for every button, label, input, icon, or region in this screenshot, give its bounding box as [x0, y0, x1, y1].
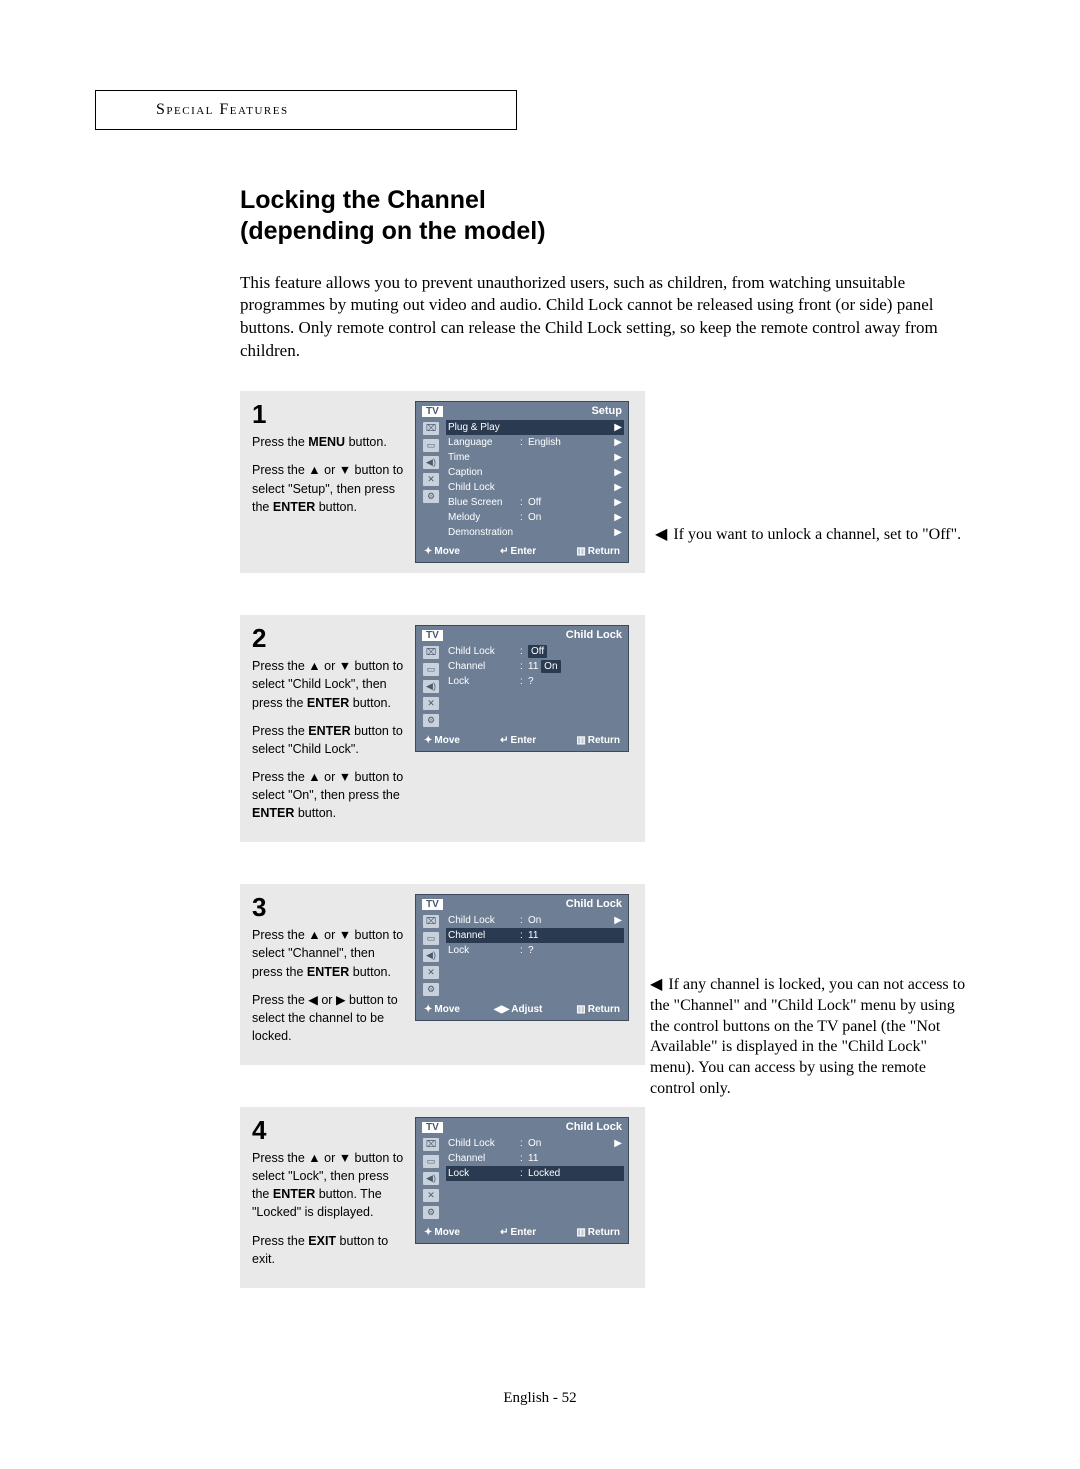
page-footer: English - 52: [0, 1390, 1080, 1407]
osd-footer: ✦ Move ↵ Enter ▥ Return: [416, 731, 628, 751]
step-3-number: 3: [252, 894, 407, 920]
menu-language: Language:English▶: [446, 435, 624, 450]
step-3-text: 3 Press the ▲ or ▼ button to select "Cha…: [252, 894, 407, 1055]
step-4-number: 4: [252, 1117, 407, 1143]
sound-icon: ◀): [423, 1172, 439, 1185]
note-arrow-icon: ◀: [650, 975, 662, 996]
osd-footer: ✦ Move ◀▶ Adjust ▥ Return: [416, 1000, 628, 1020]
channel-icon: ✕: [423, 1189, 439, 1202]
menu-child-lock: Child Lock:Off: [446, 644, 624, 659]
osd-child-lock-4: TV Child Lock ⌧ ▭ ◀) ✕ ⚙ Child Lock:On▶: [415, 1117, 629, 1244]
menu-blue-screen: Blue Screen:Off▶: [446, 495, 624, 510]
channel-icon: ✕: [423, 697, 439, 710]
osd-title: Child Lock: [443, 898, 622, 910]
side-note-2: ◀If any channel is locked, you can not a…: [650, 975, 975, 1100]
osd-footer: ✦ Move ↵ Enter ▥ Return: [416, 1223, 628, 1243]
section-header-box: Special Features: [95, 90, 517, 130]
step-2: 2 Press the ▲ or ▼ button to select "Chi…: [240, 615, 645, 842]
menu-channel: Channel:11: [446, 928, 624, 943]
setup-icon: ⚙: [423, 983, 439, 996]
menu-plug-play: Plug & Play▶: [446, 420, 624, 435]
osd-tv-badge: TV: [422, 630, 443, 641]
osd-footer: ✦ Move ↵ Enter ▥ Return: [416, 542, 628, 562]
picture-icon: ▭: [423, 439, 439, 452]
setup-icon: ⚙: [423, 490, 439, 503]
tv-icon: ⌧: [423, 646, 439, 659]
menu-demonstration: Demonstration▶: [446, 525, 624, 540]
step-1-text: 1 Press the MENU button. Press the ▲ or …: [252, 401, 407, 563]
osd-child-lock-3: TV Child Lock ⌧ ▭ ◀) ✕ ⚙ Child Lock:On▶: [415, 894, 629, 1021]
setup-icon: ⚙: [423, 1206, 439, 1219]
page-title: Locking the Channel (depending on the mo…: [240, 185, 970, 248]
sound-icon: ◀): [423, 680, 439, 693]
sound-icon: ◀): [423, 949, 439, 962]
step-3: 3 Press the ▲ or ▼ button to select "Cha…: [240, 884, 645, 1065]
menu-time: Time▶: [446, 450, 624, 465]
channel-icon: ✕: [423, 473, 439, 486]
menu-child-lock: Child Lock:On▶: [446, 913, 624, 928]
menu-channel: Channel:11 On: [446, 659, 624, 674]
menu-caption: Caption▶: [446, 465, 624, 480]
osd-tv-badge: TV: [422, 1122, 443, 1133]
osd-sidebar-icons: ⌧ ▭ ◀) ✕ ⚙: [416, 642, 442, 731]
picture-icon: ▭: [423, 1155, 439, 1168]
section-header: Special Features: [156, 101, 289, 118]
menu-lock: Lock:?: [446, 674, 624, 689]
intro-paragraph: This feature allows you to prevent unaut…: [240, 272, 970, 364]
osd-tv-badge: TV: [422, 406, 443, 417]
step-2-text: 2 Press the ▲ or ▼ button to select "Chi…: [252, 625, 407, 832]
side-note-1: ◀If you want to unlock a channel, set to…: [655, 525, 980, 546]
menu-channel: Channel:11: [446, 1151, 624, 1166]
osd-title: Child Lock: [443, 629, 622, 641]
osd-child-lock-2: TV Child Lock ⌧ ▭ ◀) ✕ ⚙ Child Lock:Off: [415, 625, 629, 752]
tv-icon: ⌧: [423, 1138, 439, 1151]
step-4-text: 4 Press the ▲ or ▼ button to select "Loc…: [252, 1117, 407, 1278]
sound-icon: ◀): [423, 456, 439, 469]
picture-icon: ▭: [423, 663, 439, 676]
step-4: 4 Press the ▲ or ▼ button to select "Loc…: [240, 1107, 645, 1288]
osd-tv-badge: TV: [422, 899, 443, 910]
osd-setup: TV Setup ⌧ ▭ ◀) ✕ ⚙ Plug & Play▶: [415, 401, 629, 563]
osd-sidebar-icons: ⌧ ▭ ◀) ✕ ⚙: [416, 911, 442, 1000]
menu-lock: Lock:?: [446, 943, 624, 958]
tv-icon: ⌧: [423, 422, 439, 435]
osd-title: Setup: [443, 405, 622, 417]
channel-icon: ✕: [423, 966, 439, 979]
menu-child-lock: Child Lock▶: [446, 480, 624, 495]
title-line-2: (depending on the model): [240, 217, 546, 245]
tv-icon: ⌧: [423, 915, 439, 928]
osd-title: Child Lock: [443, 1121, 622, 1133]
title-line-1: Locking the Channel: [240, 186, 486, 214]
menu-lock: Lock:Locked: [446, 1166, 624, 1181]
osd-sidebar-icons: ⌧ ▭ ◀) ✕ ⚙: [416, 1134, 442, 1223]
osd-sidebar-icons: ⌧ ▭ ◀) ✕ ⚙: [416, 418, 442, 542]
picture-icon: ▭: [423, 932, 439, 945]
menu-melody: Melody:On▶: [446, 510, 624, 525]
step-2-number: 2: [252, 625, 407, 651]
step-1: 1 Press the MENU button. Press the ▲ or …: [240, 391, 645, 573]
steps-container: 1 Press the MENU button. Press the ▲ or …: [240, 391, 645, 1288]
setup-icon: ⚙: [423, 714, 439, 727]
menu-child-lock: Child Lock:On▶: [446, 1136, 624, 1151]
step-1-number: 1: [252, 401, 407, 427]
note-arrow-icon: ◀: [655, 525, 667, 546]
